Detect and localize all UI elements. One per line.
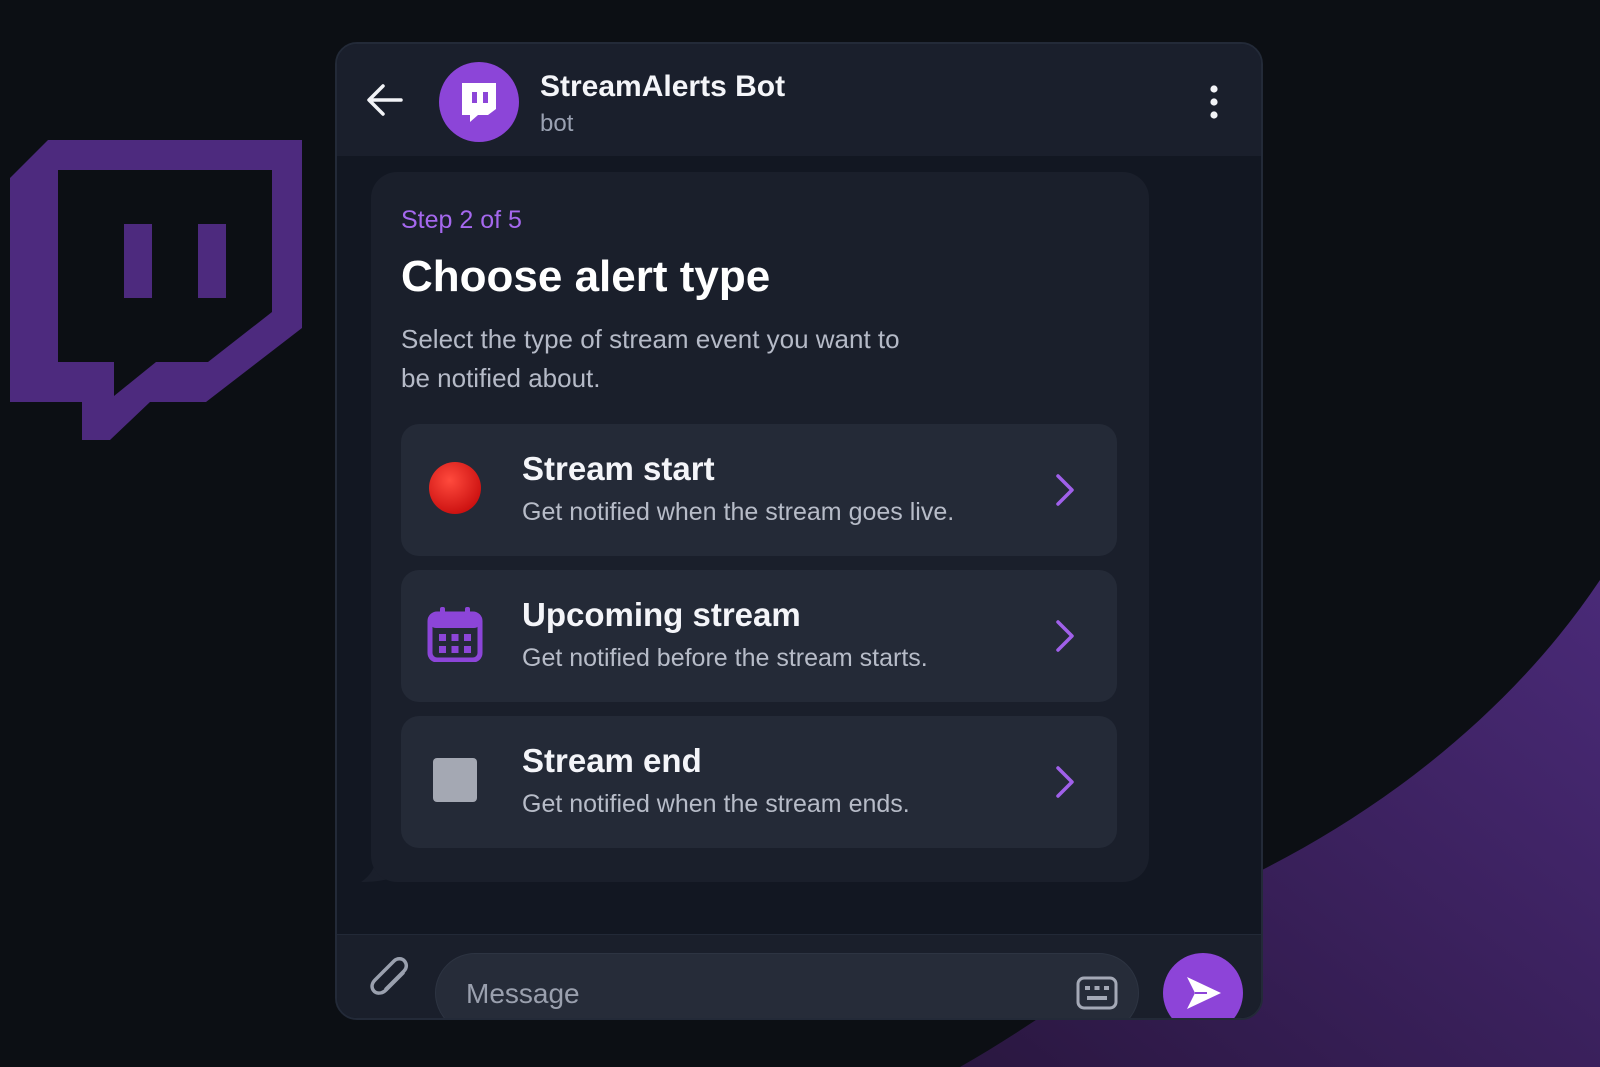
- option-description: Get notified before the stream starts.: [522, 644, 928, 672]
- message-input-container: [435, 953, 1139, 1018]
- message-composer: [337, 934, 1261, 1018]
- twitch-glitch-icon: [462, 83, 496, 122]
- paperclip-icon[interactable]: [367, 951, 411, 1001]
- option-title: Stream end: [522, 742, 702, 779]
- chevron-right-icon: [1056, 766, 1074, 798]
- message-subtitle: Select the type of stream event you want…: [401, 324, 900, 393]
- chevron-right-icon: [1056, 620, 1074, 652]
- option-description: Get notified when the stream ends.: [522, 790, 910, 818]
- red-circle-icon: [429, 462, 481, 514]
- option-title: Stream start: [522, 450, 715, 487]
- chat-window: StreamAlerts Bot bot Step 2 of 5 Choose …: [335, 42, 1263, 1020]
- step-indicator: Step 2 of 5: [401, 206, 522, 234]
- option-stream-start[interactable]: Stream start Get notified when the strea…: [401, 424, 1117, 556]
- message-title: Choose alert type: [401, 252, 771, 301]
- more-vertical-icon[interactable]: [1207, 84, 1221, 120]
- bot-name: StreamAlerts Bot: [540, 70, 786, 103]
- option-title: Upcoming stream: [522, 596, 801, 633]
- message-input[interactable]: [464, 954, 1048, 1018]
- send-icon: [1187, 977, 1221, 1009]
- twitch-logo-icon: [10, 140, 302, 440]
- calendar-icon: [427, 607, 483, 662]
- bot-status: bot: [540, 110, 574, 137]
- arrow-left-icon[interactable]: [365, 82, 405, 118]
- send-button[interactable]: [1163, 953, 1243, 1018]
- option-description: Get notified when the stream goes live.: [522, 498, 955, 526]
- avatar[interactable]: [439, 62, 519, 142]
- option-stream-end[interactable]: Stream end Get notified when the stream …: [401, 716, 1117, 848]
- chat-header: StreamAlerts Bot bot: [337, 44, 1261, 157]
- bot-message-bubble: Step 2 of 5 Choose alert type Select the…: [371, 172, 1149, 882]
- chevron-right-icon: [1056, 474, 1074, 506]
- option-upcoming-stream[interactable]: Upcoming stream Get notified before the …: [401, 570, 1117, 702]
- stop-square-icon: [433, 758, 477, 802]
- keyboard-icon[interactable]: [1076, 976, 1118, 1010]
- chat-area: Step 2 of 5 Choose alert type Select the…: [337, 156, 1261, 934]
